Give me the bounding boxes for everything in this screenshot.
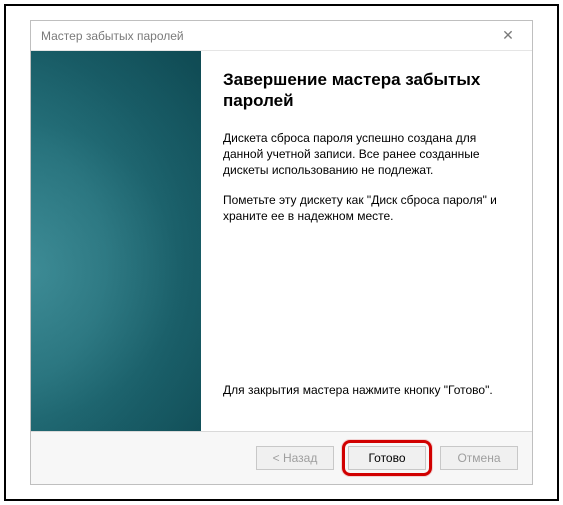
back-button[interactable]: < Назад [256,446,334,470]
finish-button-highlight: Готово [342,440,432,476]
screenshot-frame: Мастер забытых паролей ✕ Завершение маст… [4,4,559,501]
description-paragraph-2: Пометьте эту дискету как "Диск сброса па… [223,192,510,224]
cancel-button[interactable]: Отмена [440,446,518,470]
wizard-window: Мастер забытых паролей ✕ Завершение маст… [30,20,533,485]
closing-note: Для закрытия мастера нажмите кнопку "Гот… [223,383,510,397]
button-row: < Назад Готово Отмена [31,432,532,484]
titlebar: Мастер забытых паролей ✕ [31,21,532,51]
description-paragraph-1: Дискета сброса пароля успешно создана дл… [223,130,510,179]
finish-button[interactable]: Готово [348,446,426,470]
main-panel: Завершение мастера забытых паролей Диске… [201,51,532,431]
wizard-side-graphic [31,51,201,431]
window-title: Мастер забытых паролей [41,29,494,43]
page-heading: Завершение мастера забытых паролей [223,69,510,112]
content-row: Завершение мастера забытых паролей Диске… [31,51,532,431]
close-icon[interactable]: ✕ [494,27,522,44]
spacer [223,238,510,383]
